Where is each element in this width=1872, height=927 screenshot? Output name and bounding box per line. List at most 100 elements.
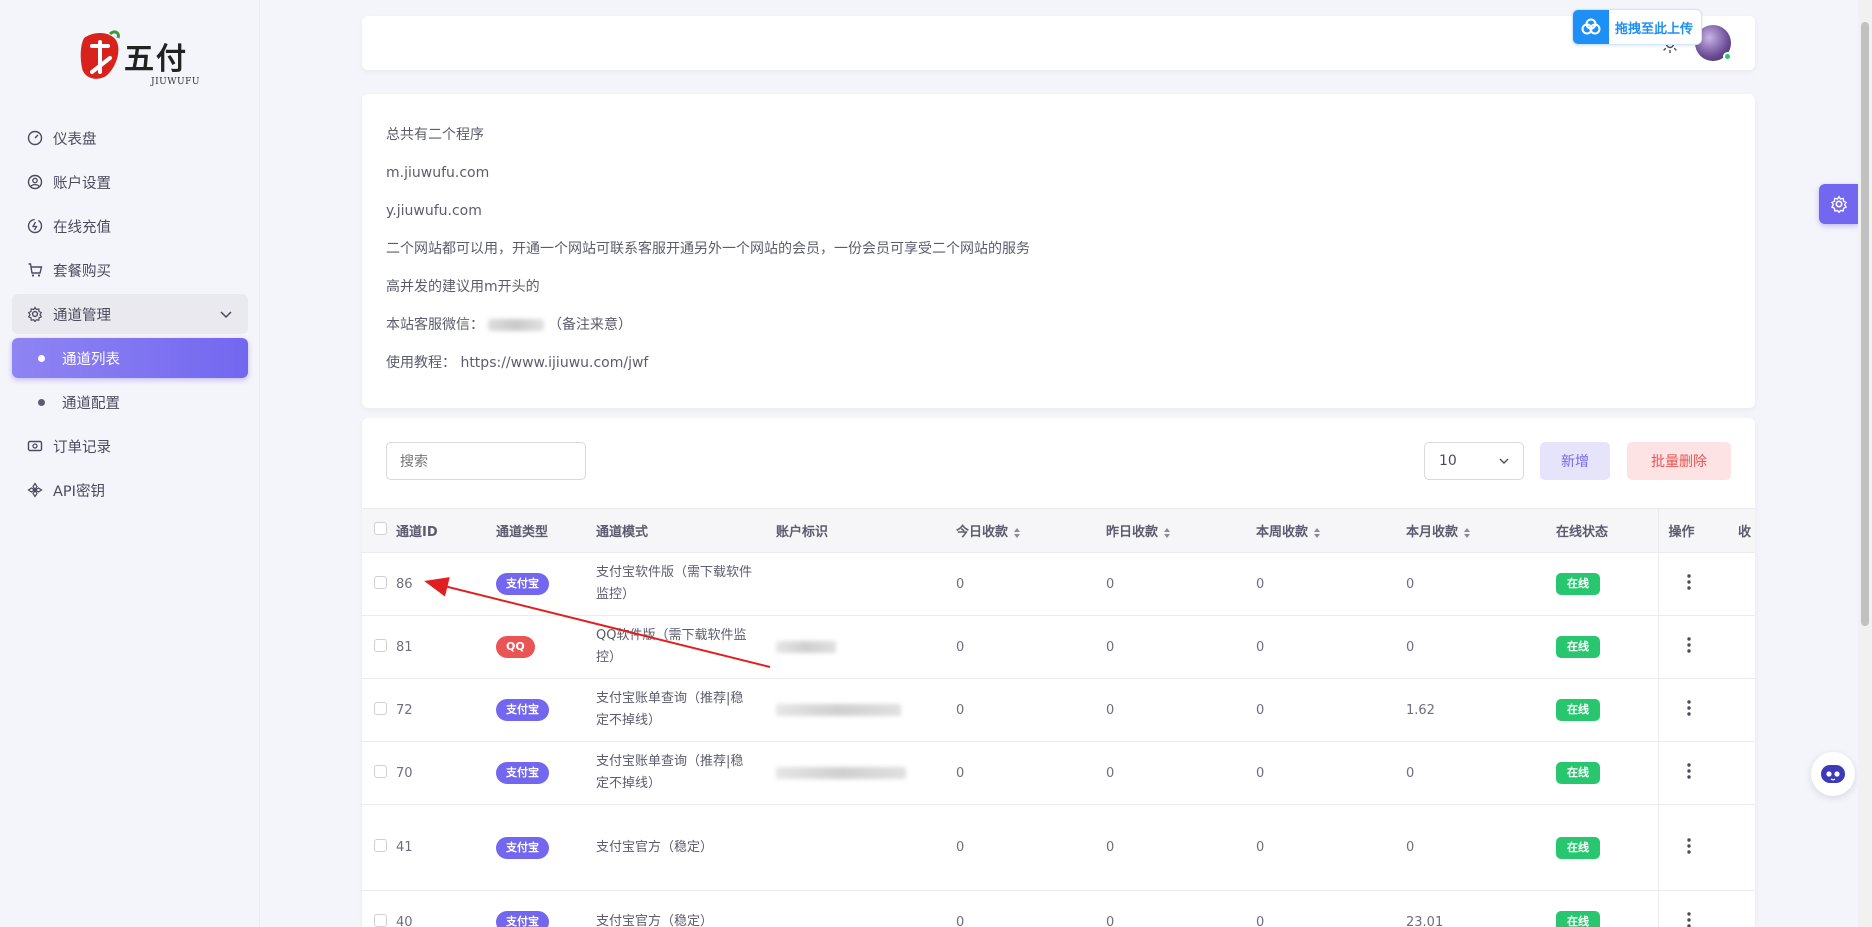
cell-mode: 支付宝官方（稳定） bbox=[596, 914, 714, 927]
sidebar-item-package-purchase[interactable]: 套餐购买 bbox=[12, 250, 248, 290]
cell-month: 0 bbox=[1406, 804, 1556, 891]
more-actions-icon[interactable] bbox=[1679, 698, 1699, 718]
scrollbar-thumb[interactable] bbox=[1861, 22, 1869, 626]
channel-settings-icon bbox=[26, 305, 44, 323]
more-actions-icon[interactable] bbox=[1679, 572, 1699, 592]
table-row[interactable]: 81 QQ QQ软件版（需下载软件监控） 0 0 0 0 在线 bbox=[362, 615, 1755, 679]
robot-icon bbox=[1821, 765, 1845, 783]
type-badge: 支付宝 bbox=[496, 699, 549, 721]
recharge-icon bbox=[26, 217, 44, 235]
cell-id: 40 bbox=[396, 890, 496, 927]
more-actions-icon[interactable] bbox=[1679, 635, 1699, 655]
customizer-button[interactable] bbox=[1819, 184, 1859, 224]
cell-mode: 支付宝官方（稳定） bbox=[596, 839, 714, 855]
more-actions-icon[interactable] bbox=[1679, 836, 1699, 856]
table-row[interactable]: 41 支付宝 支付宝官方（稳定） 0 0 0 0 在线 bbox=[362, 804, 1755, 891]
table-row[interactable]: 70 支付宝 支付宝账单查询（推荐|稳定不掉线） 0 0 0 0 在线 bbox=[362, 741, 1755, 805]
cell-today: 0 bbox=[956, 615, 1106, 679]
row-checkbox[interactable] bbox=[374, 701, 387, 715]
cell-today: 0 bbox=[956, 741, 1106, 805]
page-size-select[interactable]: 10 bbox=[1424, 442, 1524, 480]
channel-table-card: 10 新增 批量删除 通道ID 通道类型 通道模式 账户标识 今日收款 昨日收款… bbox=[362, 418, 1755, 927]
more-actions-icon[interactable] bbox=[1679, 910, 1699, 927]
column-header-month[interactable]: 本月收款 bbox=[1406, 508, 1556, 553]
sidebar-item-recharge[interactable]: 在线充值 bbox=[12, 206, 248, 246]
cell-yesterday: 0 bbox=[1106, 678, 1256, 742]
row-checkbox[interactable] bbox=[374, 839, 387, 852]
column-header-account[interactable]: 账户标识 bbox=[776, 508, 956, 553]
status-badge: 在线 bbox=[1556, 573, 1600, 595]
column-header-yesterday[interactable]: 昨日收款 bbox=[1106, 508, 1256, 553]
column-header-label: 本周收款 bbox=[1256, 525, 1309, 540]
select-all-checkbox[interactable] bbox=[374, 522, 387, 535]
column-header-week[interactable]: 本周收款 bbox=[1256, 508, 1406, 553]
cell-week: 0 bbox=[1256, 552, 1406, 616]
cell-today: 0 bbox=[956, 890, 1106, 927]
cell-week: 0 bbox=[1256, 615, 1406, 679]
sidebar-item-api-key[interactable]: API密钥 bbox=[12, 470, 248, 510]
cart-icon bbox=[26, 261, 44, 279]
column-header-type[interactable]: 通道类型 bbox=[496, 508, 596, 553]
cell-account bbox=[776, 678, 956, 742]
batch-delete-button[interactable]: 批量删除 bbox=[1627, 442, 1731, 480]
cell-yesterday: 0 bbox=[1106, 804, 1256, 891]
sidebar-item-order-records[interactable]: 订单记录 bbox=[12, 426, 248, 466]
row-checkbox[interactable] bbox=[374, 638, 387, 652]
sidebar-item-label: 在线充值 bbox=[53, 219, 111, 236]
logo[interactable]: 五付 JIUWUFU bbox=[78, 22, 199, 92]
sidebar-item-label: 通道配置 bbox=[62, 395, 120, 412]
search-input[interactable] bbox=[386, 442, 586, 480]
page-size-value: 10 bbox=[1439, 453, 1457, 469]
sidebar-item-dashboard[interactable]: 仪表盘 bbox=[12, 118, 248, 158]
cell-month: 1.62 bbox=[1406, 678, 1556, 742]
sort-icon bbox=[1014, 527, 1021, 538]
page-scrollbar[interactable] bbox=[1858, 0, 1872, 927]
type-badge: 支付宝 bbox=[496, 762, 549, 784]
column-header-id[interactable]: 通道ID bbox=[396, 508, 496, 553]
drag-upload-button[interactable]: 拖拽至此上传 bbox=[1572, 9, 1702, 45]
info-line: m.jiuwufu.com bbox=[386, 165, 490, 181]
cell-mode: 支付宝软件版（需下载软件监控） bbox=[596, 565, 753, 602]
chat-assistant-button[interactable] bbox=[1811, 752, 1855, 796]
table-row[interactable]: 72 支付宝 支付宝账单查询（推荐|稳定不掉线） 0 0 0 1.62 在线 bbox=[362, 678, 1755, 742]
sidebar-item-label: 通道管理 bbox=[53, 307, 111, 324]
more-actions-icon[interactable] bbox=[1679, 761, 1699, 781]
cell-yesterday: 0 bbox=[1106, 552, 1256, 616]
table-row[interactable]: 40 支付宝 支付宝官方（稳定） 0 0 0 23.01 在线 bbox=[362, 890, 1755, 927]
table-row[interactable]: 86 支付宝 支付宝软件版（需下载软件监控） 0 0 0 0 在线 bbox=[362, 552, 1755, 616]
cell-week: 0 bbox=[1256, 804, 1406, 891]
column-header-today[interactable]: 今日收款 bbox=[956, 508, 1106, 553]
sidebar-item-account-settings[interactable]: 账户设置 bbox=[12, 162, 248, 202]
column-header-status[interactable]: 在线状态 bbox=[1556, 508, 1658, 553]
sidebar-item-channel-management[interactable]: 通道管理 bbox=[12, 294, 248, 334]
order-icon bbox=[26, 437, 44, 455]
cell-month: 0 bbox=[1406, 552, 1556, 616]
sort-icon bbox=[1464, 527, 1471, 538]
row-checkbox[interactable] bbox=[374, 764, 387, 778]
cell-account bbox=[776, 890, 956, 927]
row-checkbox[interactable] bbox=[374, 913, 387, 927]
sort-icon bbox=[1164, 527, 1171, 538]
cell-account bbox=[776, 741, 956, 805]
chevron-down-icon bbox=[220, 311, 232, 319]
sidebar-item-channel-list[interactable]: 通道列表 bbox=[12, 338, 248, 378]
cell-today: 0 bbox=[956, 552, 1106, 616]
sidebar-item-channel-config[interactable]: 通道配置 bbox=[12, 382, 248, 422]
status-badge: 在线 bbox=[1556, 762, 1600, 784]
cell-id: 70 bbox=[396, 741, 496, 805]
wechat-line: 本站客服微信： （备注来意） bbox=[386, 306, 1731, 344]
status-badge: 在线 bbox=[1556, 836, 1600, 859]
redacted-account bbox=[776, 641, 836, 653]
type-badge: 支付宝 bbox=[496, 573, 549, 595]
row-checkbox[interactable] bbox=[374, 575, 387, 589]
sidebar: 五付 JIUWUFU 仪表盘 账户设置 在线充值 套餐购买 通道管理 通道列表 … bbox=[0, 0, 260, 927]
cell-yesterday: 0 bbox=[1106, 741, 1256, 805]
sidebar-item-label: 仪表盘 bbox=[53, 131, 97, 148]
column-header-mode[interactable]: 通道模式 bbox=[596, 508, 776, 553]
add-button[interactable]: 新增 bbox=[1540, 442, 1610, 480]
bullet-icon bbox=[38, 398, 45, 406]
type-badge: 支付宝 bbox=[496, 911, 549, 927]
cell-today: 0 bbox=[956, 804, 1106, 891]
cell-id: 81 bbox=[396, 615, 496, 679]
redacted-account bbox=[776, 704, 901, 716]
